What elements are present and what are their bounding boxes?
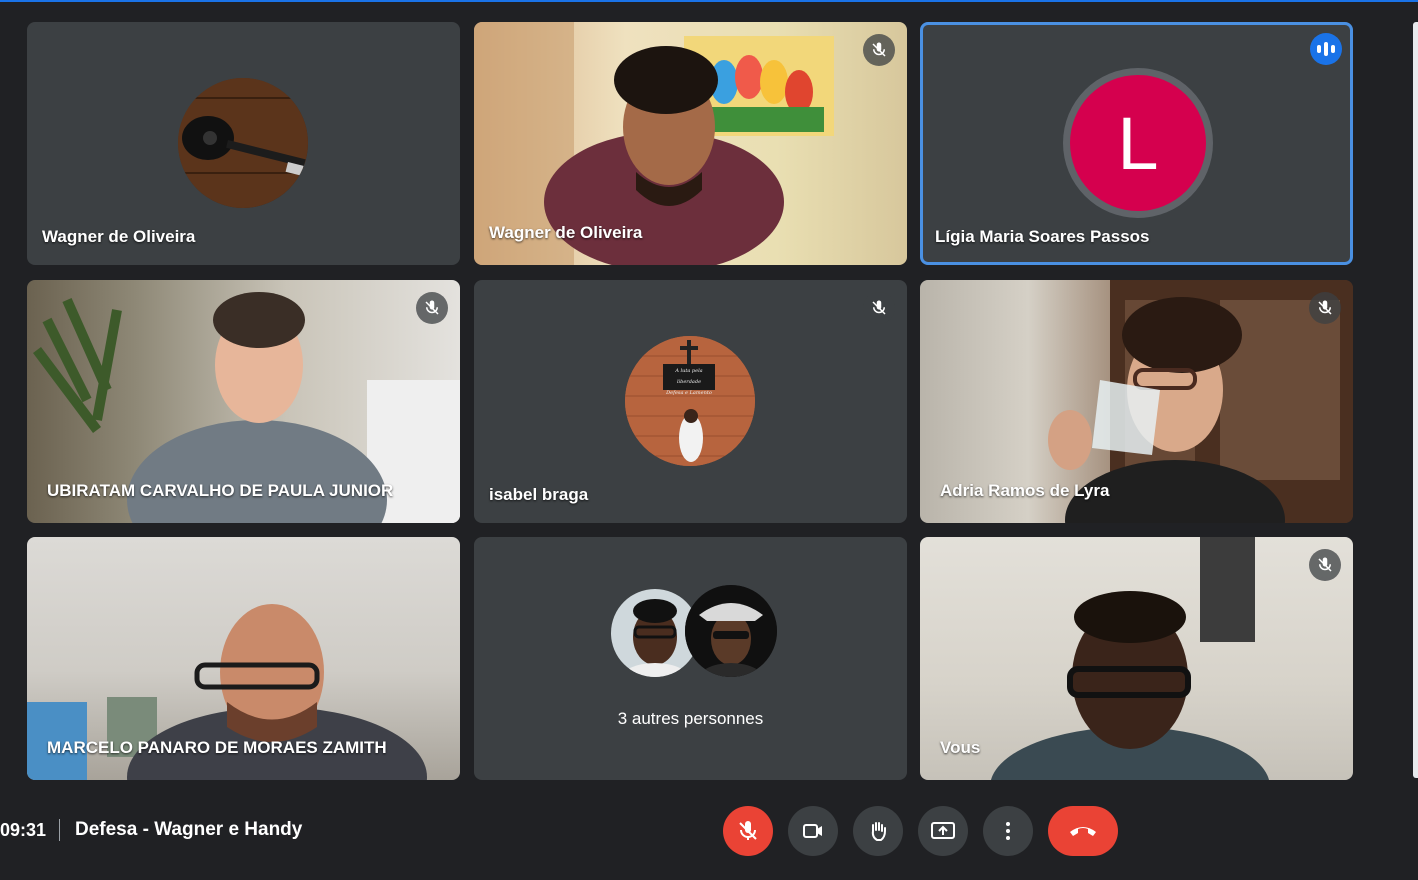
muted-mic-icon	[863, 292, 895, 324]
avatar	[685, 585, 777, 677]
more-options-icon	[1006, 822, 1010, 840]
divider	[59, 819, 60, 841]
participant-name: Wagner de Oliveira	[42, 227, 196, 246]
participant-tile-ligia[interactable]: L Lígia Maria Soares Passos	[920, 22, 1353, 265]
top-accent-line	[0, 0, 1418, 2]
video-feed	[990, 537, 1270, 780]
participant-name: Vous	[940, 738, 981, 757]
participant-name: MARCELO PANARO DE MORAES ZAMITH	[47, 738, 387, 757]
avatar-initial: L	[1070, 75, 1206, 211]
participant-tile-others[interactable]: 3 autres personnes	[474, 537, 907, 780]
participant-tile-isabel[interactable]: A luta pela liberdade Defesa e Lamento i…	[474, 280, 907, 523]
participant-tile-ubiratam[interactable]: UBIRATAM CARVALHO DE PAULA JUNIOR	[27, 280, 460, 523]
participant-name: isabel braga	[489, 485, 589, 504]
muted-mic-icon	[416, 292, 448, 324]
speaking-indicator-icon	[1310, 33, 1342, 65]
toggle-camera-button[interactable]	[788, 806, 838, 856]
more-options-button[interactable]	[983, 806, 1033, 856]
others-count-label: 3 autres personnes	[617, 709, 764, 728]
muted-mic-icon	[1309, 292, 1341, 324]
participant-tile-wagner-avatar[interactable]: Wagner de Oliveira	[27, 22, 460, 265]
participant-name: Lígia Maria Soares Passos	[935, 227, 1150, 246]
raise-hand-button[interactable]	[853, 806, 903, 856]
photo-caption-line: Defesa e Lamento	[666, 390, 712, 396]
camera-icon	[803, 824, 822, 838]
side-panel-edge	[1413, 22, 1418, 778]
guitar-image	[178, 78, 308, 208]
participant-tile-marcelo[interactable]: MARCELO PANARO DE MORAES ZAMITH	[27, 537, 460, 780]
mic-off-icon	[739, 821, 757, 840]
present-screen-button[interactable]	[918, 806, 968, 856]
participant-tile-wagner-video[interactable]: Wagner de Oliveira	[474, 22, 907, 265]
participant-name: UBIRATAM CARVALHO DE PAULA JUNIOR	[47, 481, 394, 500]
photo-caption-line: A luta pela liberdade	[675, 368, 703, 385]
muted-mic-icon	[1309, 549, 1341, 581]
meeting-title: Defesa - Wagner e Handy	[75, 819, 303, 840]
participant-tile-self[interactable]: Vous	[920, 537, 1353, 780]
meeting-clock: 09:31	[0, 820, 47, 840]
hang-up-icon	[1070, 827, 1096, 836]
raise-hand-icon	[871, 822, 886, 841]
muted-mic-icon	[863, 34, 895, 66]
avatar	[178, 78, 308, 208]
participant-name: Adria Ramos de Lyra	[940, 481, 1110, 500]
leave-call-button[interactable]	[1048, 806, 1118, 856]
participant-tile-adria[interactable]: Adria Ramos de Lyra	[920, 280, 1353, 523]
present-screen-icon	[931, 822, 955, 839]
toggle-microphone-button[interactable]	[723, 806, 773, 856]
avatar: A luta pela liberdade Defesa e Lamento	[625, 336, 755, 466]
participant-name: Wagner de Oliveira	[489, 223, 643, 242]
